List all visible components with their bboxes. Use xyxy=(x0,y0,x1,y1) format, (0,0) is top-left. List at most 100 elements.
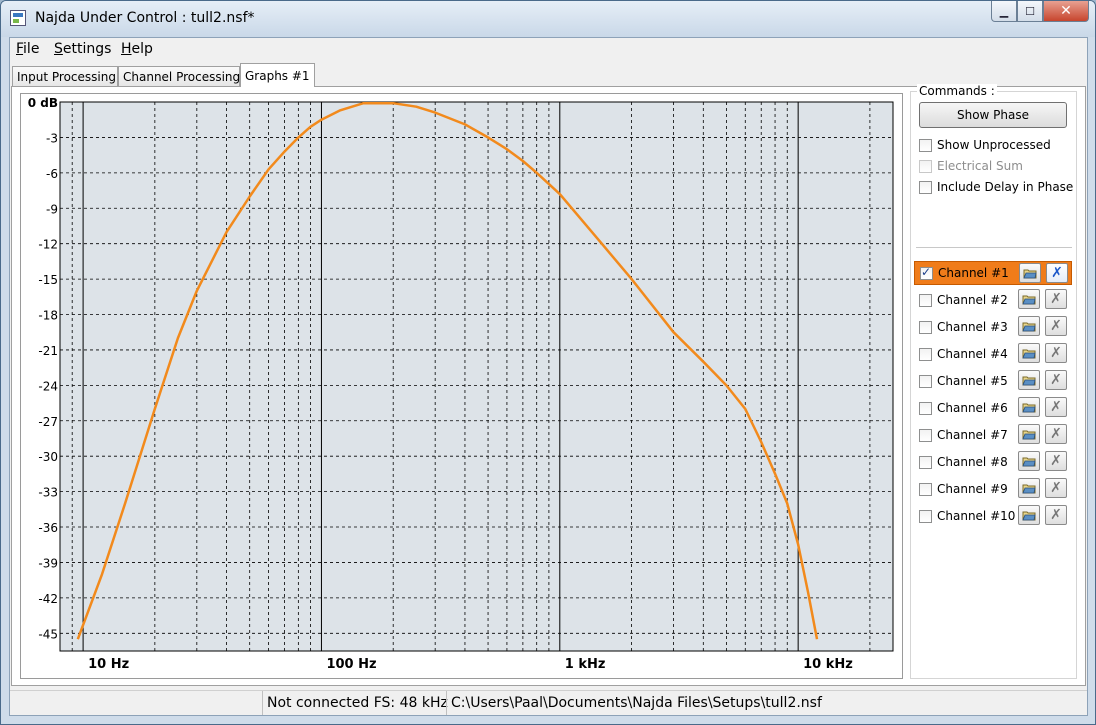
frequency-response-chart[interactable]: 0 dB -3 -6 -9 -12 -15 -18 -21 -24 -27 -30 -33 -36 -39… xyxy=(21,94,902,678)
channel-row-6[interactable]: Channel #6 ✗ xyxy=(914,396,1072,420)
show-unprocessed-checkbox[interactable]: Show Unprocessed xyxy=(919,136,1051,154)
tab-channel-processing[interactable]: Channel Processing xyxy=(118,66,240,86)
maximize-button[interactable]: ☐ xyxy=(1017,1,1043,22)
checkbox-box[interactable] xyxy=(919,138,932,152)
menu-settings[interactable]: Settings xyxy=(54,41,111,57)
channel-row-8[interactable]: Channel #8 ✗ xyxy=(914,450,1072,474)
channel-row-9[interactable]: Channel #9 ✗ xyxy=(914,477,1072,501)
channel-delete-button[interactable]: ✗ xyxy=(1045,370,1067,390)
channel-delete-button[interactable]: ✗ xyxy=(1045,397,1067,417)
minimize-icon: ▁ xyxy=(999,4,1009,18)
y-tick-label: -36 xyxy=(38,521,58,535)
channel-load-button[interactable] xyxy=(1018,316,1040,336)
checkbox-box[interactable] xyxy=(919,180,932,194)
channel-checkbox[interactable] xyxy=(919,293,932,307)
channel-load-button[interactable] xyxy=(1018,478,1040,498)
status-empty-segment xyxy=(10,691,259,715)
channel-load-button[interactable] xyxy=(1018,343,1040,363)
checkbox-box xyxy=(919,159,932,173)
channel-delete-button[interactable]: ✗ xyxy=(1045,316,1067,336)
x-icon: ✗ xyxy=(1051,265,1063,281)
channel-load-button[interactable] xyxy=(1019,263,1041,283)
channel-row-10[interactable]: Channel #10 ✗ xyxy=(914,504,1072,528)
folder-icon xyxy=(1022,430,1036,440)
x-icon: ✗ xyxy=(1050,318,1062,334)
y-tick-label: -9 xyxy=(46,202,58,216)
channel-load-button[interactable] xyxy=(1018,451,1040,471)
channel-load-button[interactable] xyxy=(1018,397,1040,417)
menu-file[interactable]: File xyxy=(16,41,39,57)
y-tick-label: 0 dB xyxy=(28,96,58,110)
channel-checkbox[interactable] xyxy=(919,455,932,469)
channel-load-button[interactable] xyxy=(1018,424,1040,444)
title-bar[interactable]: Najda Under Control : tull2.nsf* ▁ ☐ ✕ xyxy=(1,1,1095,37)
menu-help[interactable]: Help xyxy=(121,41,153,57)
folder-icon xyxy=(1022,403,1036,413)
x-icon: ✗ xyxy=(1050,453,1062,469)
x-icon: ✗ xyxy=(1050,372,1062,388)
channel-checkbox[interactable] xyxy=(920,265,933,280)
tab-input-processing[interactable]: Input Processing xyxy=(12,66,118,86)
client-area: File Settings Help Input Processing Chan… xyxy=(9,37,1088,716)
folder-icon xyxy=(1022,295,1036,305)
x-tick-label: 100 Hz xyxy=(326,657,376,672)
channel-row-1[interactable]: Channel #1 ✗ xyxy=(914,261,1072,285)
channel-row-3[interactable]: Channel #3 ✗ xyxy=(914,315,1072,339)
channel-delete-button[interactable]: ✗ xyxy=(1045,289,1067,309)
graphs-tab-panel: 0 dB -3 -6 -9 -12 -15 -18 -21 -24 -27 -30 -33 -36 -39… xyxy=(11,84,1086,686)
x-icon: ✗ xyxy=(1050,399,1062,415)
plot-area xyxy=(59,101,894,652)
y-tick-label: -42 xyxy=(38,592,58,606)
channel-checkbox[interactable] xyxy=(919,374,932,388)
close-button[interactable]: ✕ xyxy=(1043,1,1089,22)
y-tick-label: -3 xyxy=(46,131,58,145)
y-tick-label: -39 xyxy=(38,556,58,570)
show-phase-button[interactable]: Show Phase xyxy=(919,102,1067,128)
channel-checkbox[interactable] xyxy=(919,401,932,415)
channel-load-button[interactable] xyxy=(1018,289,1040,309)
channel-delete-button[interactable]: ✗ xyxy=(1045,343,1067,363)
channel-delete-button[interactable]: ✗ xyxy=(1045,451,1067,471)
channel-label: Channel #4 xyxy=(937,347,1008,361)
channel-label: Channel #3 xyxy=(937,320,1008,334)
electrical-sum-checkbox: Electrical Sum xyxy=(919,157,1023,175)
channel-delete-button[interactable]: ✗ xyxy=(1045,424,1067,444)
y-tick-label: -30 xyxy=(38,450,58,464)
channel-row-4[interactable]: Channel #4 ✗ xyxy=(914,342,1072,366)
y-tick-label: -6 xyxy=(46,167,58,181)
tab-graphs-1[interactable]: Graphs #1 xyxy=(240,63,315,87)
app-icon[interactable] xyxy=(10,10,26,26)
y-tick-label: -24 xyxy=(38,379,58,393)
channel-checkbox[interactable] xyxy=(919,347,932,361)
channel-delete-button[interactable]: ✗ xyxy=(1045,478,1067,498)
channel-checkbox[interactable] xyxy=(919,428,932,442)
channel-row-5[interactable]: Channel #5 ✗ xyxy=(914,369,1072,393)
folder-icon xyxy=(1022,376,1036,386)
channel-checkbox[interactable] xyxy=(919,320,932,334)
channel-label: Channel #1 xyxy=(938,266,1009,280)
include-delay-checkbox[interactable]: Include Delay in Phase xyxy=(919,178,1073,196)
minimize-button[interactable]: ▁ xyxy=(991,1,1017,22)
channel-delete-button[interactable]: ✗ xyxy=(1046,263,1068,283)
channel-row-7[interactable]: Channel #7 ✗ xyxy=(914,423,1072,447)
channel-load-button[interactable] xyxy=(1018,370,1040,390)
channel-row-2[interactable]: Channel #2 ✗ xyxy=(914,288,1072,312)
x-icon: ✗ xyxy=(1050,345,1062,361)
channel-delete-button[interactable]: ✗ xyxy=(1045,505,1067,525)
status-file-path: C:\Users\Paal\Documents\Najda Files\Setu… xyxy=(446,691,822,715)
folder-icon xyxy=(1022,349,1036,359)
x-icon: ✗ xyxy=(1050,507,1062,523)
channel-label: Channel #10 xyxy=(937,509,1016,523)
channel-load-button[interactable] xyxy=(1018,505,1040,525)
channel-checkbox[interactable] xyxy=(919,482,932,496)
x-icon: ✗ xyxy=(1050,426,1062,442)
channel-checkbox[interactable] xyxy=(919,509,932,523)
menu-bar: File Settings Help xyxy=(10,38,1087,62)
x-tick-label: 10 kHz xyxy=(803,657,853,672)
y-tick-label: -15 xyxy=(38,273,58,287)
include-delay-label: Include Delay in Phase xyxy=(937,180,1074,194)
y-tick-label: -33 xyxy=(38,486,58,500)
status-connection: Not connected FS: 48 kHz xyxy=(262,691,448,715)
close-icon: ✕ xyxy=(1060,3,1072,19)
app-window: Najda Under Control : tull2.nsf* ▁ ☐ ✕ F… xyxy=(0,0,1096,725)
